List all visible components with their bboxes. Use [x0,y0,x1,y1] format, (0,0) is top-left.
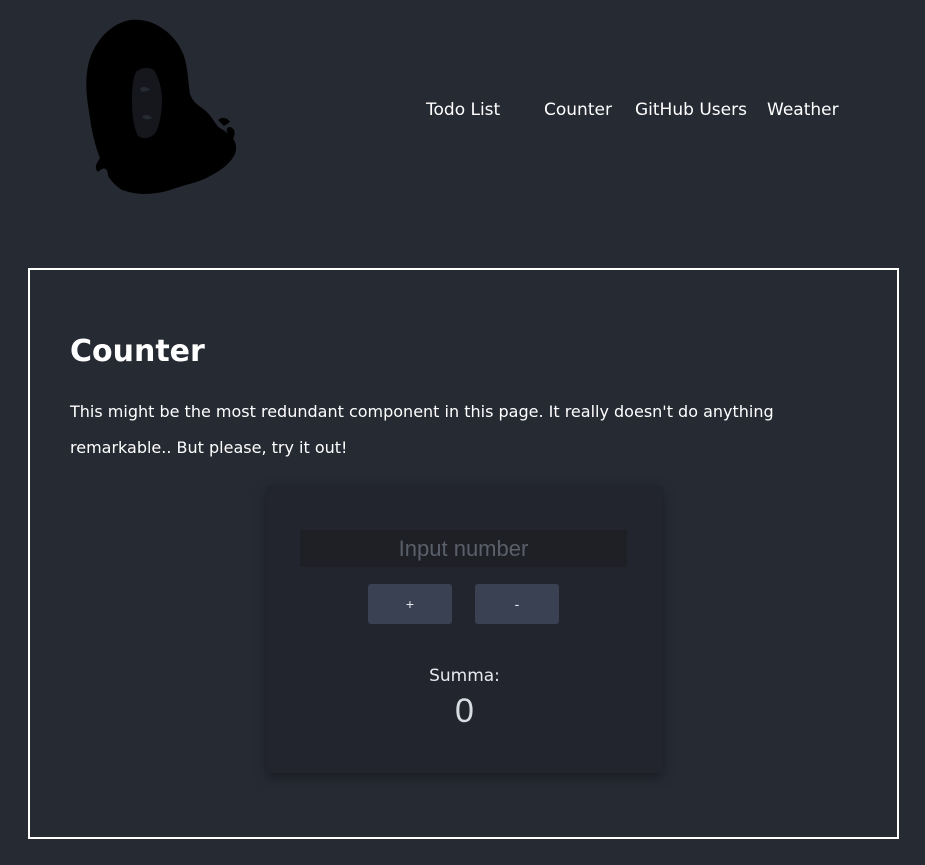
counter-card: + - Summa: 0 [267,486,662,773]
nav-github-users[interactable]: GitHub Users [635,99,747,121]
nav-counter[interactable]: Counter [544,99,612,121]
section-description: This might be the most redundant compone… [70,402,774,457]
sum-value: 0 [455,692,474,730]
decrement-button[interactable]: - [475,584,559,624]
nav-todo-list[interactable]: Todo List [426,99,500,121]
page: Todo List Counter GitHub Users Weather C… [0,0,925,865]
main-nav: Todo List Counter GitHub Users Weather [0,99,925,123]
nav-weather[interactable]: Weather [767,99,839,121]
increment-button[interactable]: + [368,584,452,624]
number-input[interactable] [300,530,627,567]
page-title: Counter [70,334,205,369]
sum-label: Summa: [429,666,500,686]
counter-section: Counter This might be the most redundant… [28,268,899,839]
